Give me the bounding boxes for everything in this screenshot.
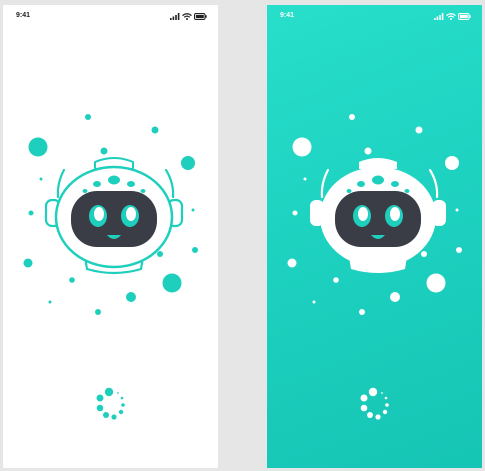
loading-spinner-icon xyxy=(96,387,125,420)
canvas: 9:41 9:41 xyxy=(0,0,485,471)
splash-screen-teal: 9:41 xyxy=(267,5,482,468)
splash-artwork xyxy=(23,114,198,420)
splash-artwork xyxy=(287,114,462,420)
splash-screen-light: 9:41 xyxy=(3,5,218,468)
loading-spinner-icon xyxy=(360,387,389,420)
